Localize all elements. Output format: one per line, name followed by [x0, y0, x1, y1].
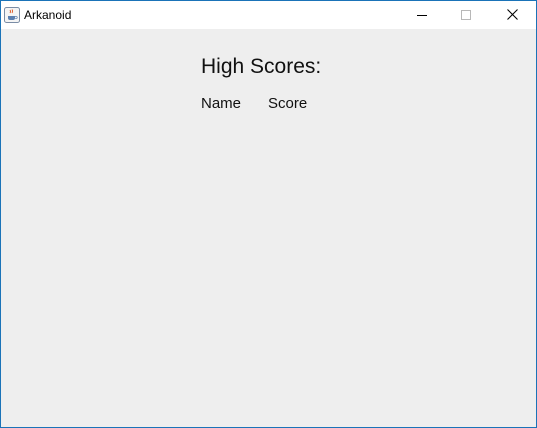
high-scores-panel: High Scores: Name Score — [1, 29, 536, 427]
title-bar[interactable]: Arkanoid — [1, 1, 536, 29]
java-cup-icon[interactable] — [4, 7, 20, 23]
name-column-header: Name — [201, 95, 242, 112]
score-column-header: Score — [268, 95, 308, 112]
maximize-button[interactable] — [445, 1, 491, 29]
maximize-icon — [461, 10, 471, 20]
minimize-button[interactable] — [399, 1, 445, 29]
window-title: Arkanoid — [24, 8, 72, 22]
close-icon — [507, 9, 518, 20]
minimize-icon — [417, 15, 427, 16]
app-window: Arkanoid High Scores: Name Score — [0, 0, 537, 428]
close-button[interactable] — [490, 1, 536, 29]
high-scores-heading: High Scores: — [201, 55, 322, 78]
